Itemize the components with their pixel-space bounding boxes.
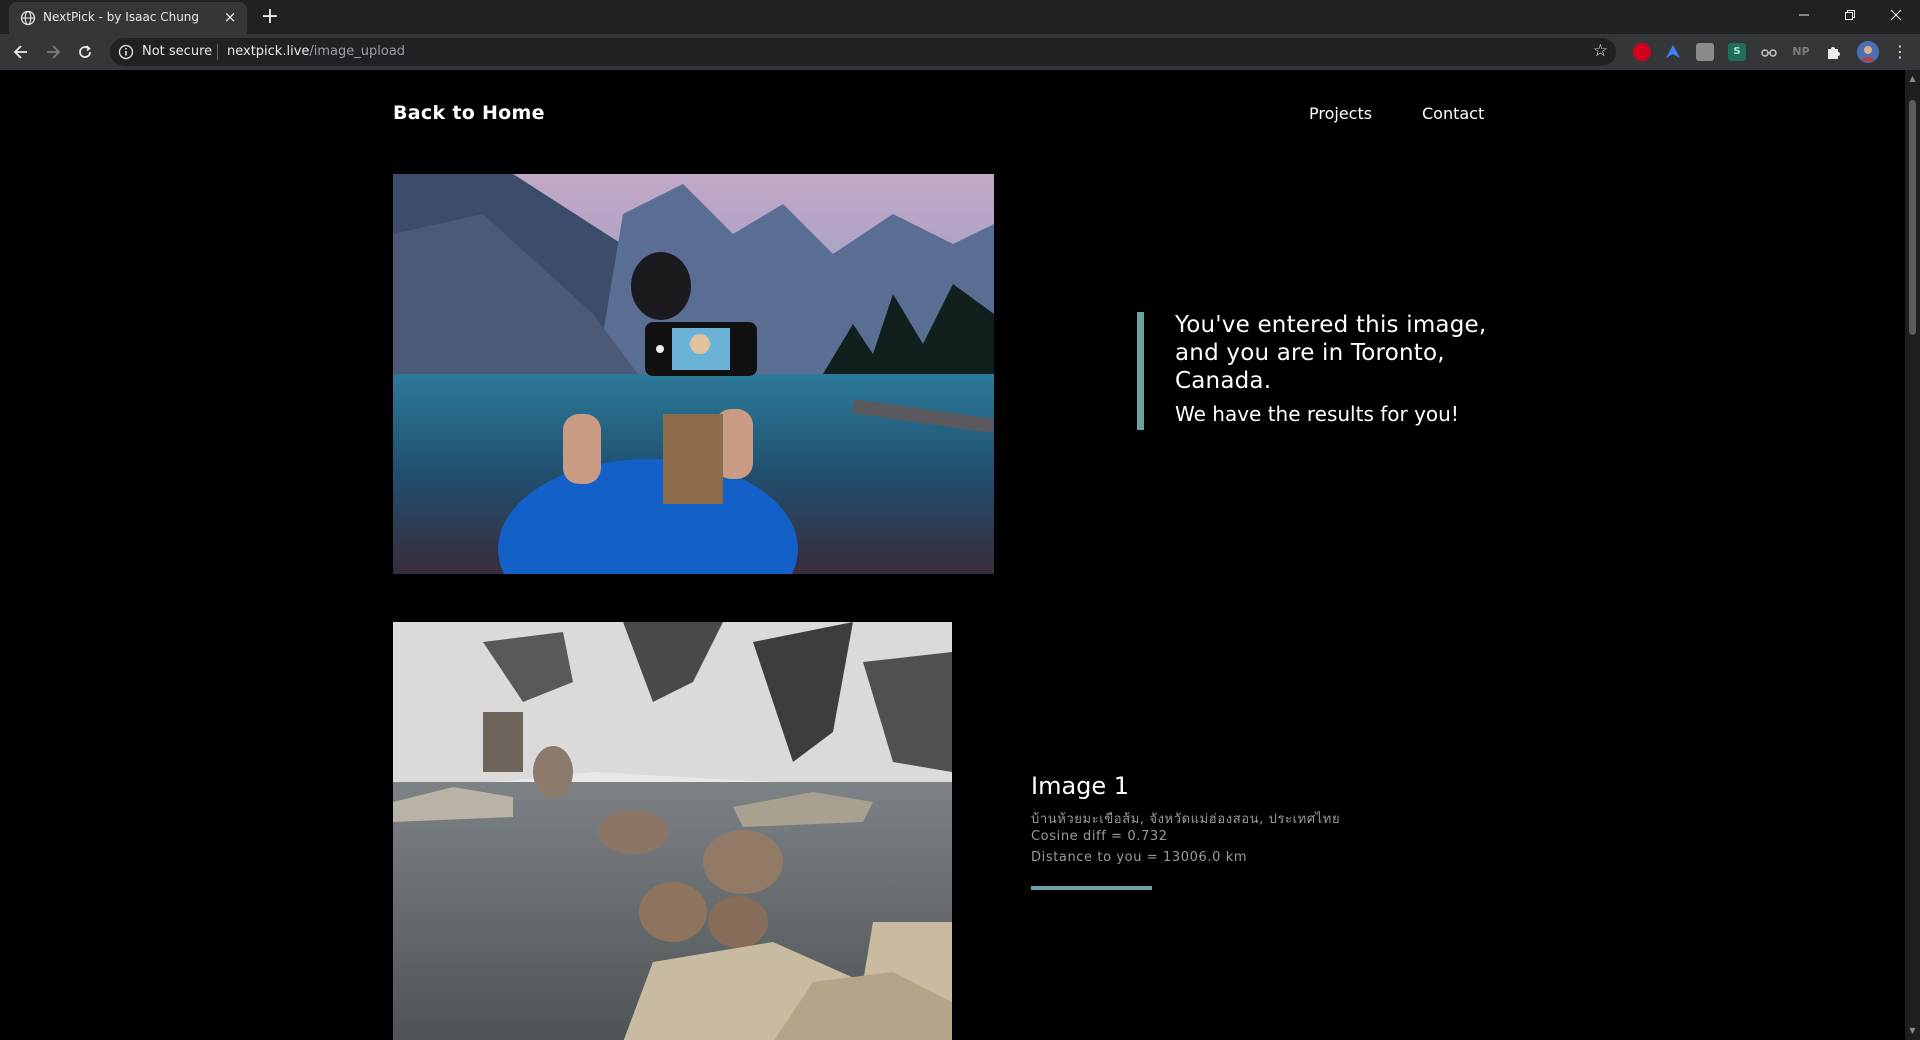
browser-tab[interactable]: NextPick - by Isaac Chung × [9, 2, 247, 34]
bookmark-star-icon[interactable]: ☆ [1593, 41, 1608, 61]
minimize-icon[interactable] [1781, 0, 1827, 30]
s-extension-icon[interactable]: S [1728, 43, 1746, 61]
result-accent-bar [1031, 886, 1152, 890]
browser-tab-strip: NextPick - by Isaac Chung × + [0, 0, 1920, 34]
close-tab-icon[interactable]: × [221, 8, 239, 26]
result-image-1 [393, 622, 952, 1040]
back-to-home-link[interactable]: Back to Home [393, 102, 545, 124]
info-icon[interactable] [118, 44, 134, 60]
scroll-thumb[interactable] [1909, 100, 1916, 335]
new-tab-button[interactable]: + [256, 4, 284, 32]
back-arrow-icon[interactable] [8, 39, 34, 65]
uploaded-image [393, 174, 994, 574]
tab-title: NextPick - by Isaac Chung [43, 10, 200, 24]
scroll-down-icon[interactable]: ▼ [1908, 1026, 1917, 1035]
intro-message: You've entered this image, and you are i… [1175, 312, 1487, 394]
np-extension-icon[interactable]: NP [1792, 43, 1810, 61]
security-label[interactable]: Not secure [142, 44, 212, 59]
puzzle-extensions-icon[interactable] [1824, 43, 1842, 61]
close-window-icon[interactable] [1873, 0, 1919, 30]
glasses-extension-icon[interactable] [1760, 43, 1778, 61]
result-intro-quote: You've entered this image, and you are i… [1137, 312, 1537, 430]
globe-icon [20, 10, 36, 26]
url-text[interactable]: nextpick.live/image_upload [227, 44, 405, 59]
nav-contact-link[interactable]: Contact [1422, 104, 1484, 123]
intro-submessage: We have the results for you! [1175, 402, 1459, 426]
profile-avatar[interactable] [1857, 41, 1879, 63]
red-shield-extension-icon[interactable] [1633, 43, 1651, 61]
forward-arrow-icon[interactable] [40, 39, 66, 65]
menu-kebab-icon[interactable]: ⋮ [1887, 39, 1913, 65]
nav-projects-link[interactable]: Projects [1309, 104, 1372, 123]
result-location: บ้านห้วยมะเขือส้ม, จังหวัดแม่ฮ่องสอน, ปร… [1031, 812, 1341, 827]
url-path: /image_upload [309, 44, 406, 59]
reload-icon[interactable] [72, 39, 98, 65]
result-cosine-diff: Cosine diff = 0.732 [1031, 829, 1168, 844]
page-scrollbar[interactable]: ▲ ▼ [1905, 70, 1920, 1040]
result-title: Image 1 [1031, 772, 1130, 800]
restore-icon[interactable] [1827, 0, 1873, 30]
address-bar[interactable]: Not secure nextpick.live/image_upload ☆ [110, 38, 1616, 66]
blue-arrow-extension-icon[interactable] [1664, 43, 1682, 61]
scroll-up-icon[interactable]: ▲ [1908, 74, 1917, 83]
page-content: Back to Home Projects Contact You've ent… [0, 70, 1905, 1040]
url-divider [217, 44, 218, 60]
url-host: nextpick.live [227, 44, 310, 59]
browser-toolbar: Not secure nextpick.live/image_upload ☆ … [0, 34, 1920, 70]
result-distance: Distance to you = 13006.0 km [1031, 850, 1248, 865]
grey-box-extension-icon[interactable] [1696, 43, 1714, 61]
